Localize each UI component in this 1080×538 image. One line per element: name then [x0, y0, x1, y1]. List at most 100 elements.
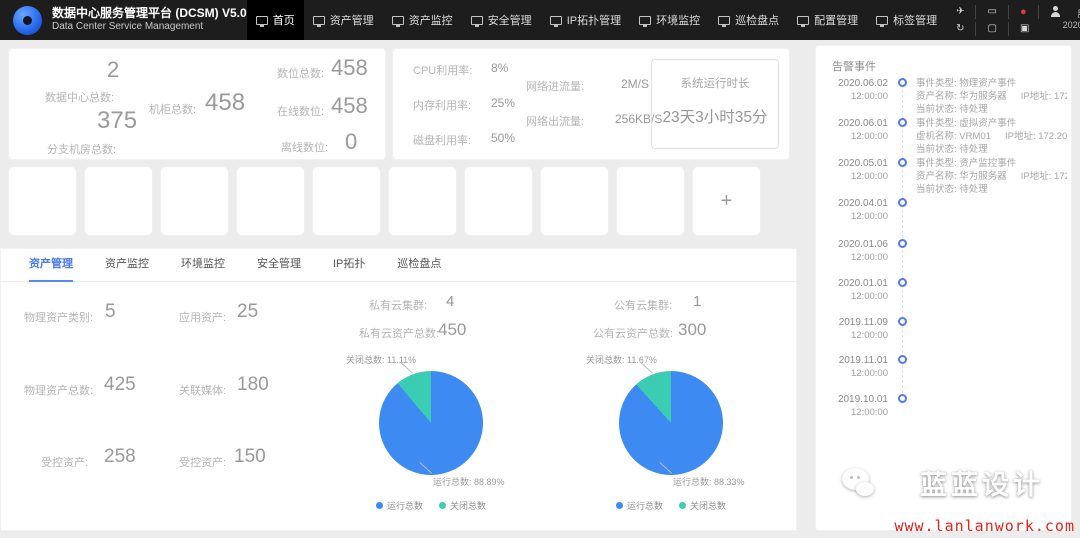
monitor-icon — [718, 16, 730, 25]
shortcut-slot[interactable] — [8, 166, 77, 236]
legend-dot-icon — [439, 502, 446, 509]
pie2-running-callout: 运行总数: 88.33% — [673, 475, 745, 488]
datacenter-stats-card: 2 数据中心总数: 375 分支机房总数: 机柜总数: 458 数位总数: 45… — [8, 48, 386, 160]
nav-label: IP拓扑管理 — [567, 12, 621, 28]
shortcut-slot[interactable] — [540, 166, 609, 236]
legend-item-running[interactable]: 运行总数 — [376, 499, 423, 512]
event-date: 2019.10.01 — [826, 393, 888, 407]
divider — [1038, 5, 1039, 19]
stat-label: 受控资产: — [41, 454, 88, 470]
uptime-box: 系统运行时长 23天3小时35分 — [651, 59, 779, 149]
shortcut-slot-row: + — [8, 166, 761, 236]
stat-label: 受控资产: — [179, 454, 226, 470]
event-ip: IP地址: 172.20.10.159 — [1021, 171, 1067, 182]
private-cluster-value: 4 — [446, 293, 454, 310]
mem-value: 25% — [491, 96, 515, 110]
nav-item-inspection[interactable]: 巡检盘点 — [709, 0, 788, 40]
branch-total-label: 分支机房总数: — [47, 141, 116, 157]
disk-value: 50% — [491, 131, 515, 145]
app-subtitle: Data Center Service Management — [52, 21, 247, 34]
nav-item-asset-monitor[interactable]: 资产监控 — [383, 0, 462, 40]
stat-value: 258 — [104, 446, 136, 468]
stat-label: 关联媒体: — [179, 382, 226, 398]
watermark-brand: 蓝蓝设计 — [920, 463, 1044, 502]
shortcut-slot[interactable] — [84, 166, 153, 236]
legend-item-closed[interactable]: 关闭总数 — [679, 499, 726, 512]
event-ip: IP地址: 172.20.10.111 — [1021, 91, 1067, 102]
legend-item-running[interactable]: 运行总数 — [616, 499, 663, 512]
dove-icon[interactable]: ✈ — [956, 6, 964, 17]
scan-icon[interactable]: ▣ — [1020, 23, 1029, 34]
public-cluster-value: 1 — [693, 293, 701, 310]
shortcut-slot[interactable] — [616, 166, 685, 236]
shortcut-slot[interactable] — [160, 166, 229, 236]
monitor-icon[interactable]: ▭ — [987, 6, 996, 17]
nav-label: 环境监控 — [656, 12, 700, 28]
dc-total-value: 2 — [107, 57, 119, 83]
timeline-dot-icon — [898, 118, 907, 127]
nav-item-home[interactable]: 首页 — [247, 0, 304, 40]
tab-env-monitor[interactable]: 环境监控 — [181, 249, 225, 282]
shortcut-slot[interactable] — [312, 166, 381, 236]
nav-item-config[interactable]: 配置管理 — [788, 0, 867, 40]
tab-ip-topology[interactable]: IP拓扑 — [333, 249, 365, 282]
event-time: 12:00:00 — [826, 91, 888, 104]
pie-chart-public-cloud[interactable] — [619, 371, 723, 475]
legend-label: 运行总数 — [387, 499, 423, 512]
nav-item-security[interactable]: 安全管理 — [462, 0, 541, 40]
divider — [1008, 5, 1009, 19]
dc-total-label: 数据中心总数: — [45, 89, 114, 105]
slot-offline-label: 离线数位: — [281, 139, 328, 155]
timeline-dot-icon — [898, 355, 907, 364]
shortcut-slot[interactable] — [464, 166, 533, 236]
event-time: 12:00:00 — [826, 330, 888, 343]
record-icon[interactable]: ● — [1020, 6, 1027, 18]
legend-label: 关闭总数 — [690, 499, 726, 512]
screen-icon[interactable]: ▢ — [987, 23, 996, 34]
alarm-events-panel: 告警事件 2020.06.0212:00:00 事件类型: 物理资产事件 资产名… — [815, 45, 1072, 531]
monitor-icon — [550, 16, 562, 25]
shortcut-slot[interactable] — [236, 166, 305, 236]
legend-label: 关闭总数 — [450, 499, 486, 512]
legend-dot-icon — [616, 502, 623, 509]
nav-item-asset-mgmt[interactable]: 资产管理 — [304, 0, 383, 40]
pie-chart-private-cloud[interactable] — [379, 371, 483, 475]
nav-item-ip-topology[interactable]: IP拓扑管理 — [541, 0, 630, 40]
nav-label: 资产监控 — [409, 12, 453, 28]
add-shortcut-button[interactable]: + — [692, 166, 761, 236]
header-icon-cluster: ✈ ▭ ● ↻ ▢ ▣ — [956, 5, 1061, 36]
event-asset: 资产名称: 华为服务器 — [916, 91, 1007, 102]
cabinet-total-label: 机柜总数: — [149, 101, 196, 117]
tab-asset-mgmt[interactable]: 资产管理 — [29, 249, 73, 282]
slot-total-label: 数位总数: — [277, 65, 324, 81]
private-total-label: 私有云资产总数: — [359, 325, 439, 341]
cpu-label: CPU利用率: — [413, 62, 472, 78]
mem-label: 内存利用率: — [413, 97, 471, 113]
event-date: 2020.04.01 — [826, 197, 888, 211]
event-asset: 资产名称: 华为服务器 — [916, 171, 1007, 182]
nav-item-tags[interactable]: 标签管理 — [867, 0, 946, 40]
system-stats-card: CPU利用率: 8% 内存利用率: 25% 磁盘利用率: 50% 网络进流量: … — [392, 48, 790, 160]
shortcut-slot[interactable] — [388, 166, 457, 236]
uptime-label: 系统运行时长 — [652, 75, 778, 91]
sync-icon[interactable]: ↻ — [956, 23, 964, 34]
slot-online-value: 458 — [331, 93, 368, 119]
tab-security[interactable]: 安全管理 — [257, 249, 301, 282]
tab-inspection[interactable]: 巡检盘点 — [397, 249, 441, 282]
sub-tab-bar: 资产管理 资产监控 环境监控 安全管理 IP拓扑 巡检盘点 — [1, 249, 796, 282]
stat-label: 应用资产: — [179, 309, 226, 325]
event-date: 2020.06.02 — [826, 77, 888, 91]
nav-label: 配置管理 — [814, 12, 858, 28]
event-date: 2020.06.01 — [826, 117, 888, 131]
pie2-closed-callout: 关闭总数: 11.67% — [586, 353, 657, 366]
legend-item-closed[interactable]: 关闭总数 — [439, 499, 486, 512]
divider — [975, 22, 976, 36]
slot-offline-value: 0 — [345, 129, 357, 155]
nav-item-env-monitor[interactable]: 环境监控 — [630, 0, 709, 40]
nav-label: 首页 — [273, 12, 295, 28]
tab-asset-monitor[interactable]: 资产监控 — [105, 249, 149, 282]
user-icon[interactable] — [1050, 6, 1061, 17]
monitor-icon — [313, 16, 325, 25]
slot-total-value: 458 — [331, 55, 368, 81]
cabinet-total-value: 458 — [205, 89, 245, 117]
